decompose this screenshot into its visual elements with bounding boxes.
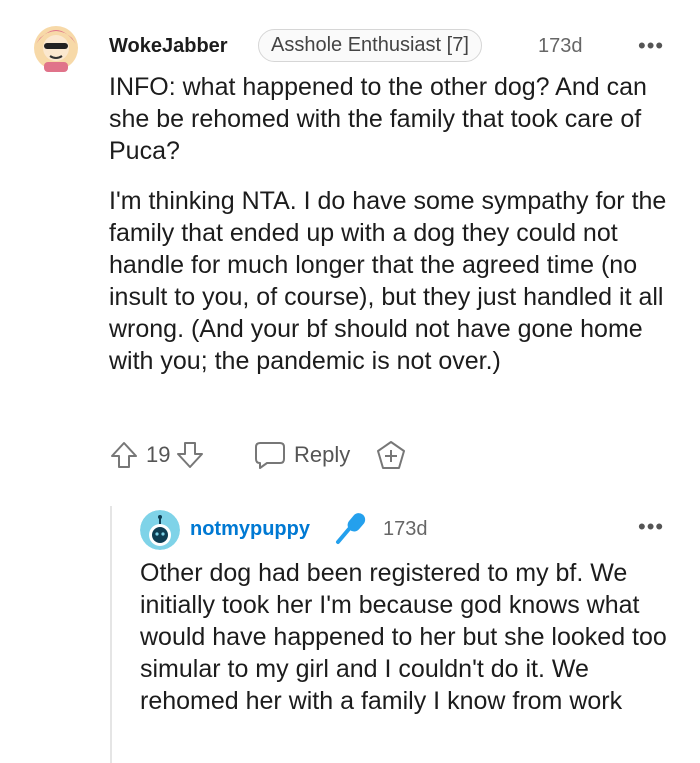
microphone-icon [333,510,369,546]
timestamp[interactable]: 173d [538,35,583,58]
speech-bubble-icon [254,440,286,470]
reply-label: Reply [294,442,351,467]
comment-paragraph: I'm thinking NTA. I do have some sympath… [109,187,667,375]
avatar[interactable] [28,18,84,74]
comment-body: INFO: what happened to the other dog? An… [109,71,674,395]
vote-controls: 19 [110,438,204,472]
reply-timestamp[interactable]: 173d [383,518,428,541]
vote-count: 19 [146,442,171,467]
username[interactable]: WokeJabber [109,35,228,58]
add-award-icon[interactable] [375,440,407,472]
user-flair: Asshole Enthusiast [7] [258,29,482,62]
reply-body: Other dog had been registered to my bf. … [140,559,667,715]
reply-more-options-icon[interactable]: ••• [638,514,664,540]
downvote-arrow-icon[interactable] [176,440,204,470]
reply-avatar[interactable] [140,510,180,550]
thread-line[interactable] [110,506,112,763]
more-options-icon[interactable]: ••• [638,33,664,59]
upvote-arrow-icon[interactable] [110,440,138,470]
reply-button[interactable]: Reply [254,438,350,472]
reply-username[interactable]: notmypuppy [190,518,310,541]
comment-paragraph: INFO: what happened to the other dog? An… [109,73,647,165]
